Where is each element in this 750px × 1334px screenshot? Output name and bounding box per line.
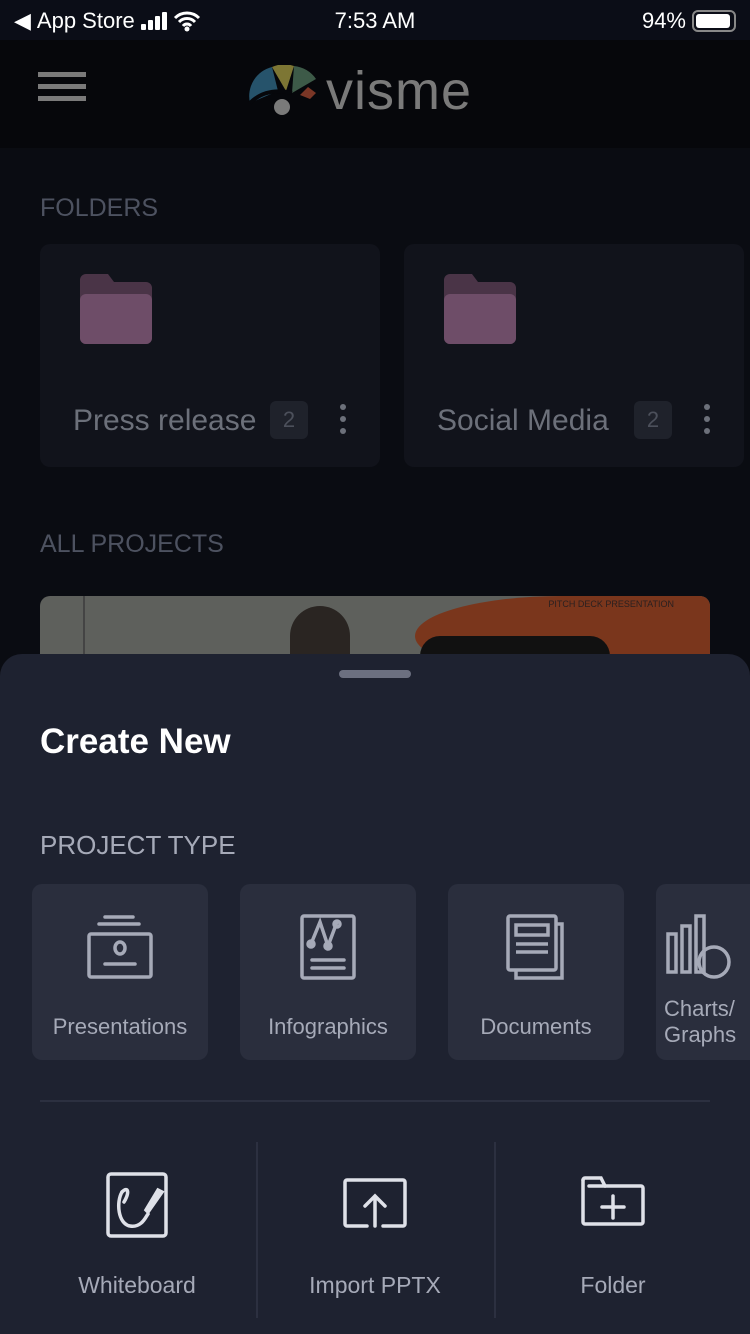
infographic-icon [300, 914, 356, 980]
more-options-icon[interactable] [340, 404, 346, 440]
type-charts[interactable]: Charts/Graphs [656, 884, 750, 1060]
folder-count-badge: 2 [270, 401, 308, 439]
divider [40, 1100, 710, 1102]
folder-count-badge: 2 [634, 401, 672, 439]
whiteboard-button[interactable]: Whiteboard [18, 1142, 256, 1318]
status-bar: ◀ App Store 7:53 AM 94% [0, 0, 750, 40]
folder-card[interactable]: Press release 2 [40, 244, 380, 467]
all-projects-heading: ALL PROJECTS [40, 530, 224, 558]
chart-icon [666, 914, 731, 979]
folder-name: Social Media [437, 404, 609, 437]
folder-card[interactable]: Social Media 2 [404, 244, 744, 467]
document-icon [506, 914, 564, 980]
project-type-heading: PROJECT TYPE [40, 830, 236, 860]
sheet-title: Create New [40, 722, 231, 761]
folder-name: Press release [73, 404, 257, 437]
app-header: visme [0, 40, 750, 148]
whiteboard-icon [106, 1172, 168, 1238]
folder-icon [80, 274, 152, 344]
type-infographics[interactable]: Infographics [240, 884, 416, 1060]
folder-plus-icon [581, 1176, 645, 1226]
folders-heading: FOLDERS [40, 194, 159, 222]
new-folder-button[interactable]: Folder [494, 1142, 732, 1318]
upload-icon [343, 1178, 407, 1228]
hamburger-menu-icon[interactable] [38, 72, 86, 108]
type-presentations[interactable]: Presentations [32, 884, 208, 1060]
folder-icon [444, 274, 516, 344]
create-new-sheet: Create New PROJECT TYPE Presentations In… [0, 654, 750, 1334]
battery-percent: 94% [641, 8, 686, 33]
import-pptx-button[interactable]: Import PPTX [256, 1142, 494, 1318]
more-options-icon[interactable] [704, 404, 710, 440]
visme-logo: visme [246, 60, 472, 122]
presentation-icon [87, 915, 153, 979]
drag-handle[interactable] [339, 670, 411, 678]
type-documents[interactable]: Documents [448, 884, 624, 1060]
battery-icon [692, 10, 736, 32]
logo-mark-icon [248, 65, 316, 115]
thumbnail-caption: PITCH DECK PRESENTATION [548, 599, 674, 609]
clock: 7:53 AM [334, 8, 416, 33]
